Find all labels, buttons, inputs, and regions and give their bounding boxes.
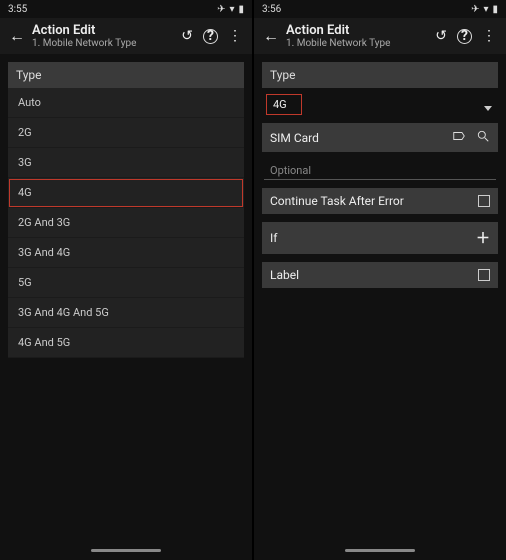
battery-icon: ▮ [238,4,244,15]
type-dropdown-caret[interactable] [484,88,498,115]
option-4g[interactable]: 4G [8,178,244,208]
status-bar: 3:56 ✈ ▾ ▮ [254,0,506,18]
header-titles: Action Edit 1. Mobile Network Type [282,23,435,49]
continue-after-error-row[interactable]: Continue Task After Error [262,188,498,214]
back-button[interactable]: ← [260,26,282,46]
if-label: If [270,231,277,245]
app-header: ← Action Edit 1. Mobile Network Type ↺ ?… [0,18,252,54]
type-selected-value[interactable]: 4G [266,94,302,115]
page-subtitle: 1. Mobile Network Type [32,38,181,49]
page-title: Action Edit [286,23,435,38]
status-time: 3:56 [262,4,281,15]
page-title: Action Edit [32,23,181,38]
option-4g5g[interactable]: 4G And 5G [8,328,244,358]
label-label: Label [270,268,299,282]
sim-card-input[interactable]: Optional [264,158,496,180]
battery-icon: ▮ [492,4,498,15]
search-icon[interactable] [476,129,490,146]
if-add-button[interactable]: ＋ [476,228,490,248]
status-icons: ✈ ▾ ▮ [471,4,498,15]
overflow-menu[interactable]: ⋮ [228,28,242,44]
overflow-menu[interactable]: ⋮ [482,28,496,44]
label-checkbox[interactable] [478,269,490,281]
nav-bar [254,540,506,560]
app-header: ← Action Edit 1. Mobile Network Type ↺ ?… [254,18,506,54]
phone-left: 3:55 ✈ ▾ ▮ ← Action Edit 1. Mobile Netwo… [0,0,252,560]
help-button[interactable]: ? [203,29,218,44]
wifi-icon: ▾ [483,4,488,15]
option-auto[interactable]: Auto [8,88,244,118]
status-bar: 3:55 ✈ ▾ ▮ [0,0,252,18]
option-5g[interactable]: 5G [8,268,244,298]
nav-pill[interactable] [345,549,415,552]
option-3g4g5g[interactable]: 3G And 4G And 5G [8,298,244,328]
undo-button[interactable]: ↺ [181,28,193,44]
option-3g[interactable]: 3G [8,148,244,178]
tag-icon[interactable] [452,129,466,146]
label-row[interactable]: Label [262,262,498,288]
type-header: Type [262,62,498,88]
status-icons: ✈ ▾ ▮ [217,4,244,15]
help-button[interactable]: ? [457,29,472,44]
phone-right: 3:56 ✈ ▾ ▮ ← Action Edit 1. Mobile Netwo… [254,0,506,560]
header-titles: Action Edit 1. Mobile Network Type [28,23,181,49]
content-left: Type Auto 2G 3G 4G 2G And 3G 3G And 4G 5… [0,54,252,540]
type-header: Type [8,62,244,88]
nav-pill[interactable] [91,549,161,552]
page-subtitle: 1. Mobile Network Type [286,38,435,49]
continue-checkbox[interactable] [478,195,490,207]
nav-bar [0,540,252,560]
status-time: 3:55 [8,4,27,15]
airplane-icon: ✈ [471,4,479,15]
continue-label: Continue Task After Error [270,194,404,208]
undo-button[interactable]: ↺ [435,28,447,44]
back-button[interactable]: ← [6,26,28,46]
sim-card-label: SIM Card [270,131,319,145]
option-2g[interactable]: 2G [8,118,244,148]
wifi-icon: ▾ [229,4,234,15]
type-dropdown-list: Auto 2G 3G 4G 2G And 3G 3G And 4G 5G 3G … [8,88,244,358]
content-right: Type 4G SIM Card Optional Continue Task … [254,54,506,540]
sim-card-row[interactable]: SIM Card [262,123,498,152]
option-2g3g[interactable]: 2G And 3G [8,208,244,238]
airplane-icon: ✈ [217,4,225,15]
if-row[interactable]: If ＋ [262,222,498,254]
option-3g4g[interactable]: 3G And 4G [8,238,244,268]
